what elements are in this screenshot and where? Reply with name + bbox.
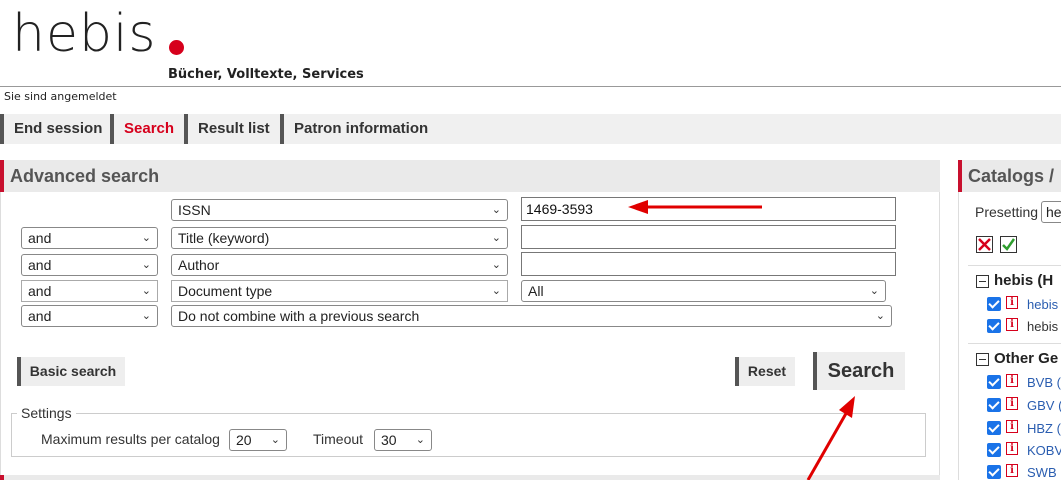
arrow-to-search-button [806, 396, 855, 480]
annotation-arrows [628, 200, 855, 480]
arrow-to-issn-input [628, 200, 762, 214]
